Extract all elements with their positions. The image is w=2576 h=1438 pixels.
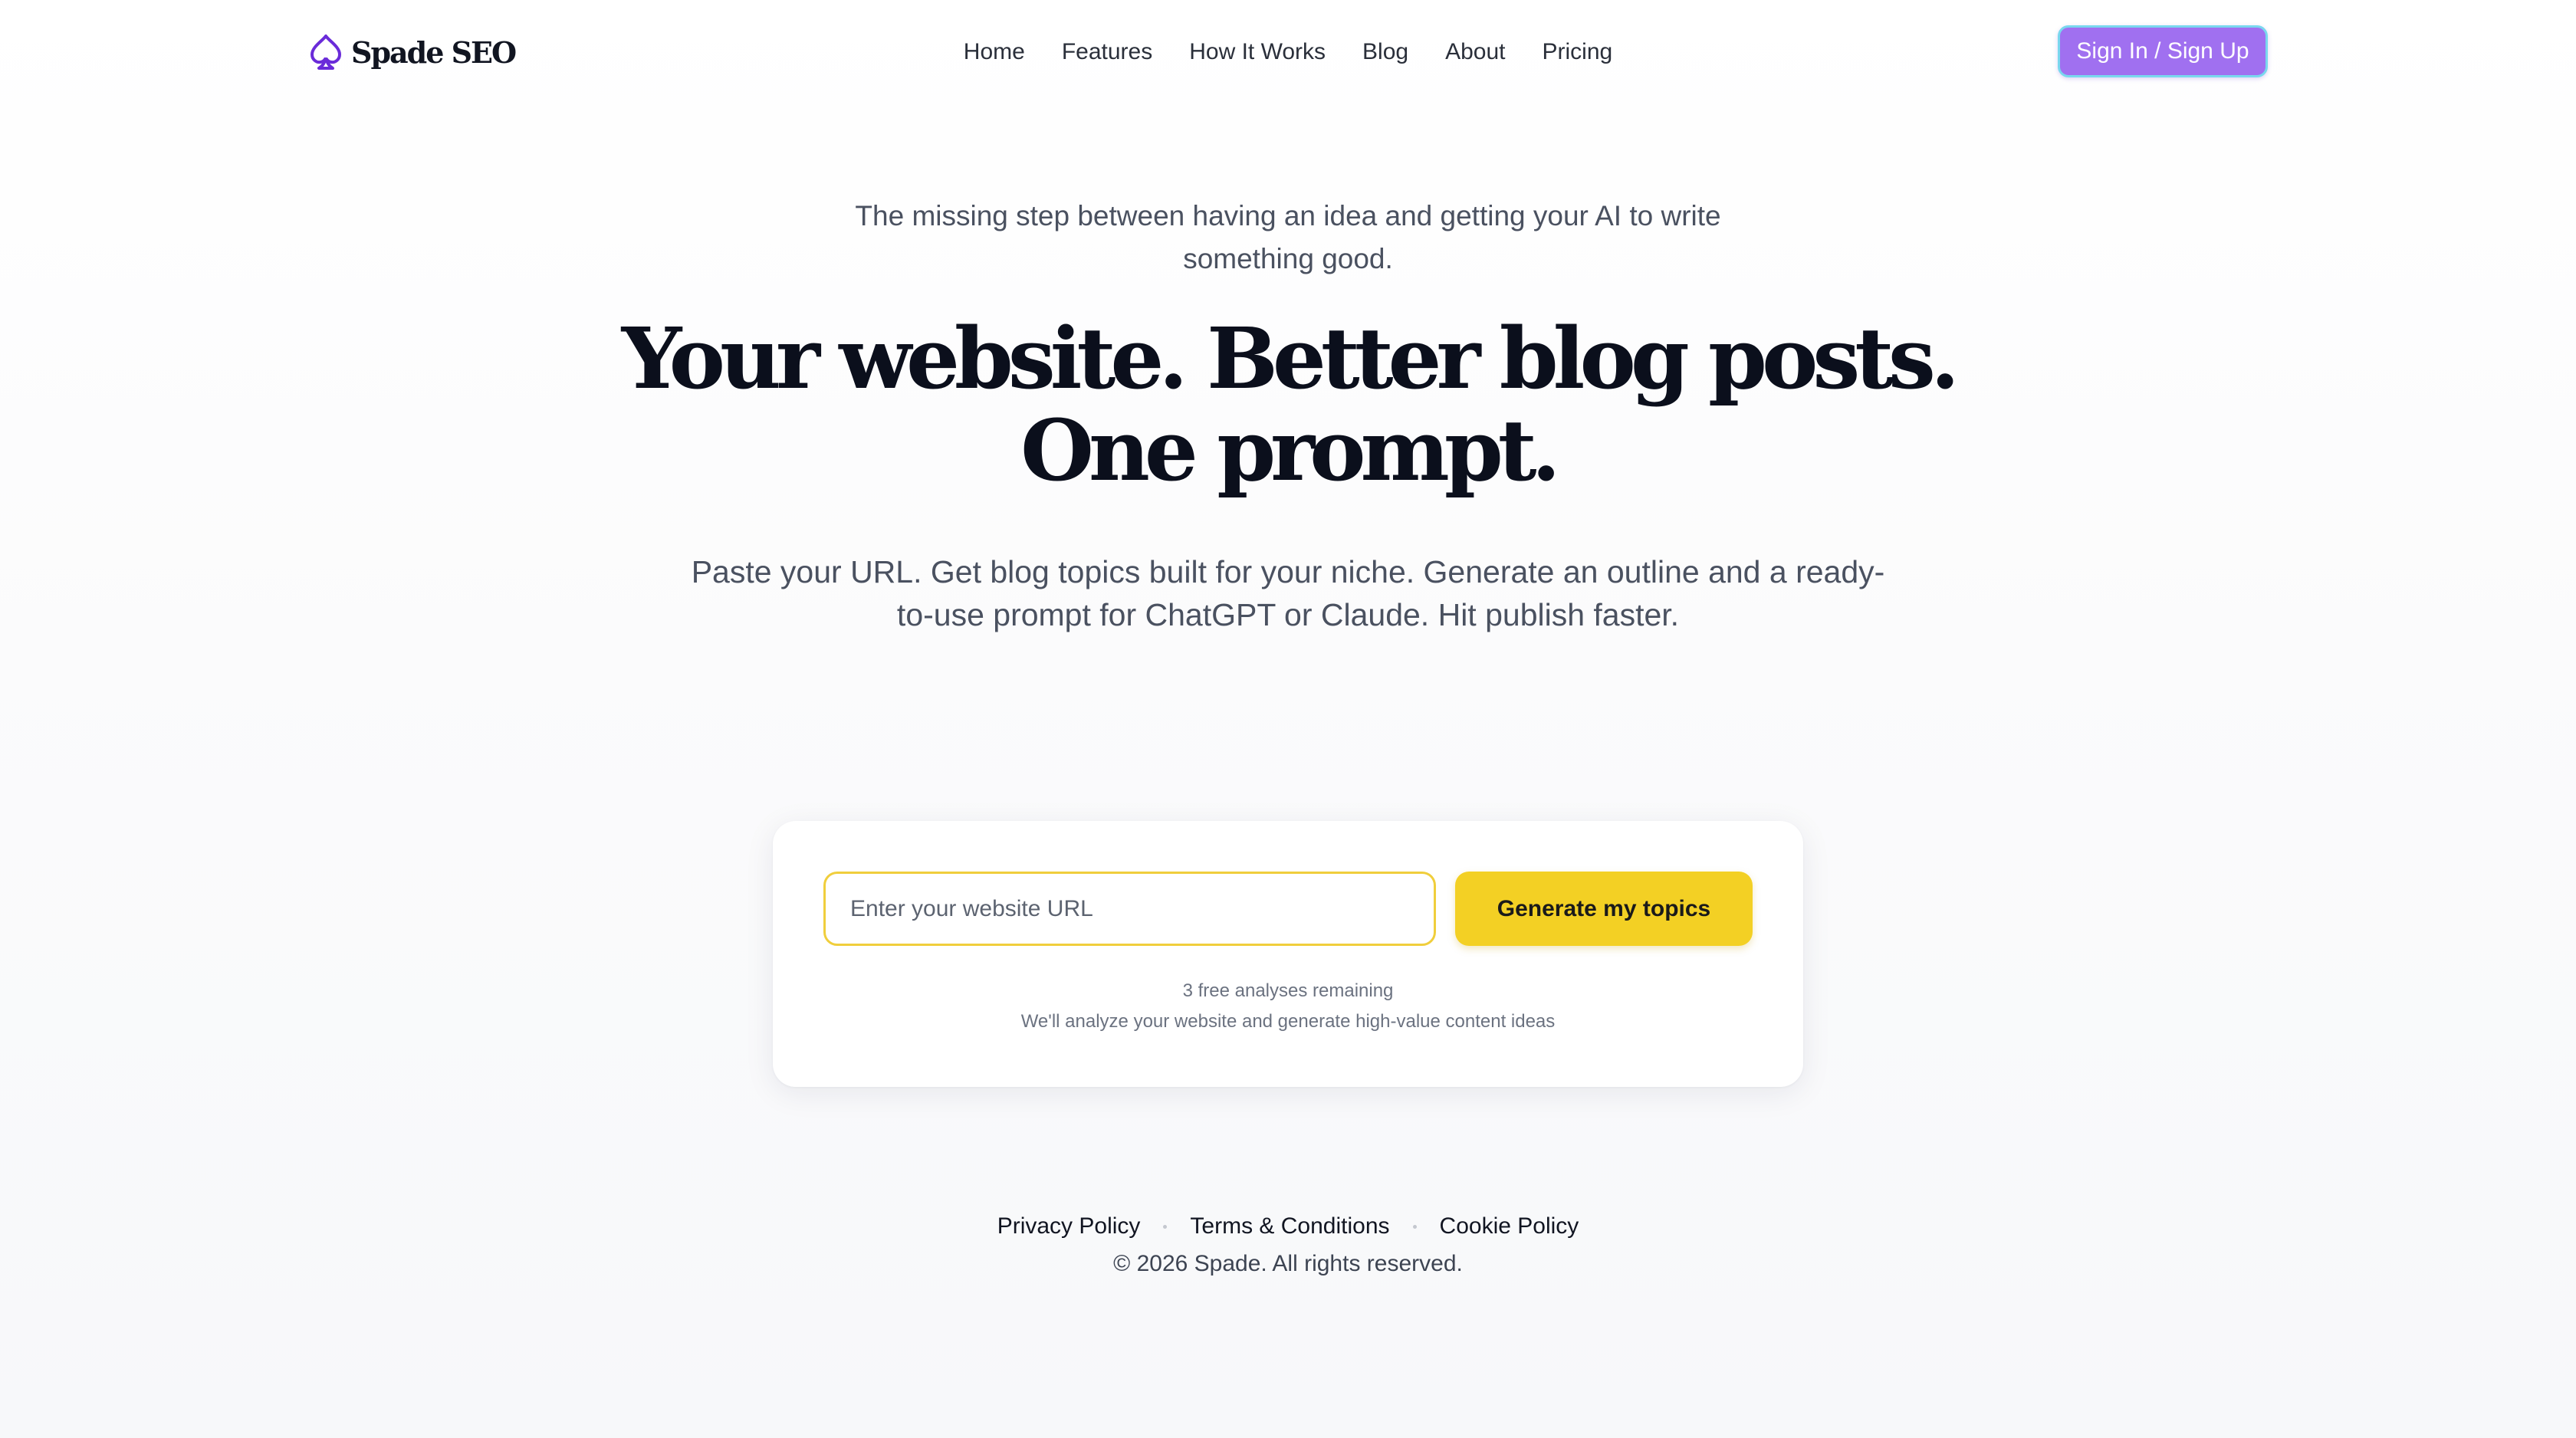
nav-link-blog[interactable]: Blog bbox=[1362, 39, 1408, 65]
brand-logo[interactable]: Spade SEO bbox=[307, 31, 517, 74]
nav-link-features[interactable]: Features bbox=[1062, 39, 1152, 65]
nav-link-pricing[interactable]: Pricing bbox=[1542, 39, 1612, 65]
main-menu: Home Features How It Works Blog About Pr… bbox=[920, 31, 1656, 74]
copyright-text: © 2026 Spade. All rights reserved. bbox=[1113, 1251, 1463, 1276]
hero-headline-line-2: One prompt. bbox=[1020, 401, 1561, 500]
hero-subheading: Paste your URL. Get blog topics built fo… bbox=[691, 554, 1885, 632]
nav-link-about[interactable]: About bbox=[1445, 39, 1505, 65]
url-analysis-card: Generate my topics 3 free analyses remai… bbox=[773, 821, 1803, 1087]
footer-link-terms[interactable]: Terms & Conditions bbox=[1190, 1213, 1389, 1239]
generate-topics-button[interactable]: Generate my topics bbox=[1455, 872, 1753, 946]
free-analyses-remaining: 3 free analyses remaining bbox=[1182, 980, 1394, 1001]
brand-name: Spade SEO bbox=[351, 34, 517, 70]
footer-separator-dot bbox=[1412, 1224, 1417, 1229]
spade-icon bbox=[310, 34, 341, 70]
hero-headline-line-1: Your website. Better blog posts. bbox=[621, 309, 1960, 408]
sign-in-button[interactable]: Sign In / Sign Up bbox=[2058, 25, 2268, 77]
footer-link-cookie-policy[interactable]: Cookie Policy bbox=[1440, 1213, 1579, 1239]
footer-link-privacy-policy[interactable]: Privacy Policy bbox=[997, 1213, 1141, 1239]
analysis-description: We'll analyze your website and generate … bbox=[1020, 1011, 1556, 1032]
nav-link-home[interactable]: Home bbox=[964, 39, 1025, 65]
top-navigation: Spade SEO Home Features How It Works Blo… bbox=[0, 0, 2576, 104]
website-url-input[interactable] bbox=[823, 872, 1436, 946]
nav-link-how-it-works[interactable]: How It Works bbox=[1189, 39, 1326, 65]
hero-headline: Your website. Better blog posts. One pro… bbox=[291, 313, 2285, 497]
footer-separator-dot bbox=[1163, 1224, 1168, 1229]
hero-eyebrow: The missing step between having an idea … bbox=[855, 200, 1721, 274]
footer-links: Privacy Policy Terms & Conditions Cookie… bbox=[828, 1208, 1748, 1245]
